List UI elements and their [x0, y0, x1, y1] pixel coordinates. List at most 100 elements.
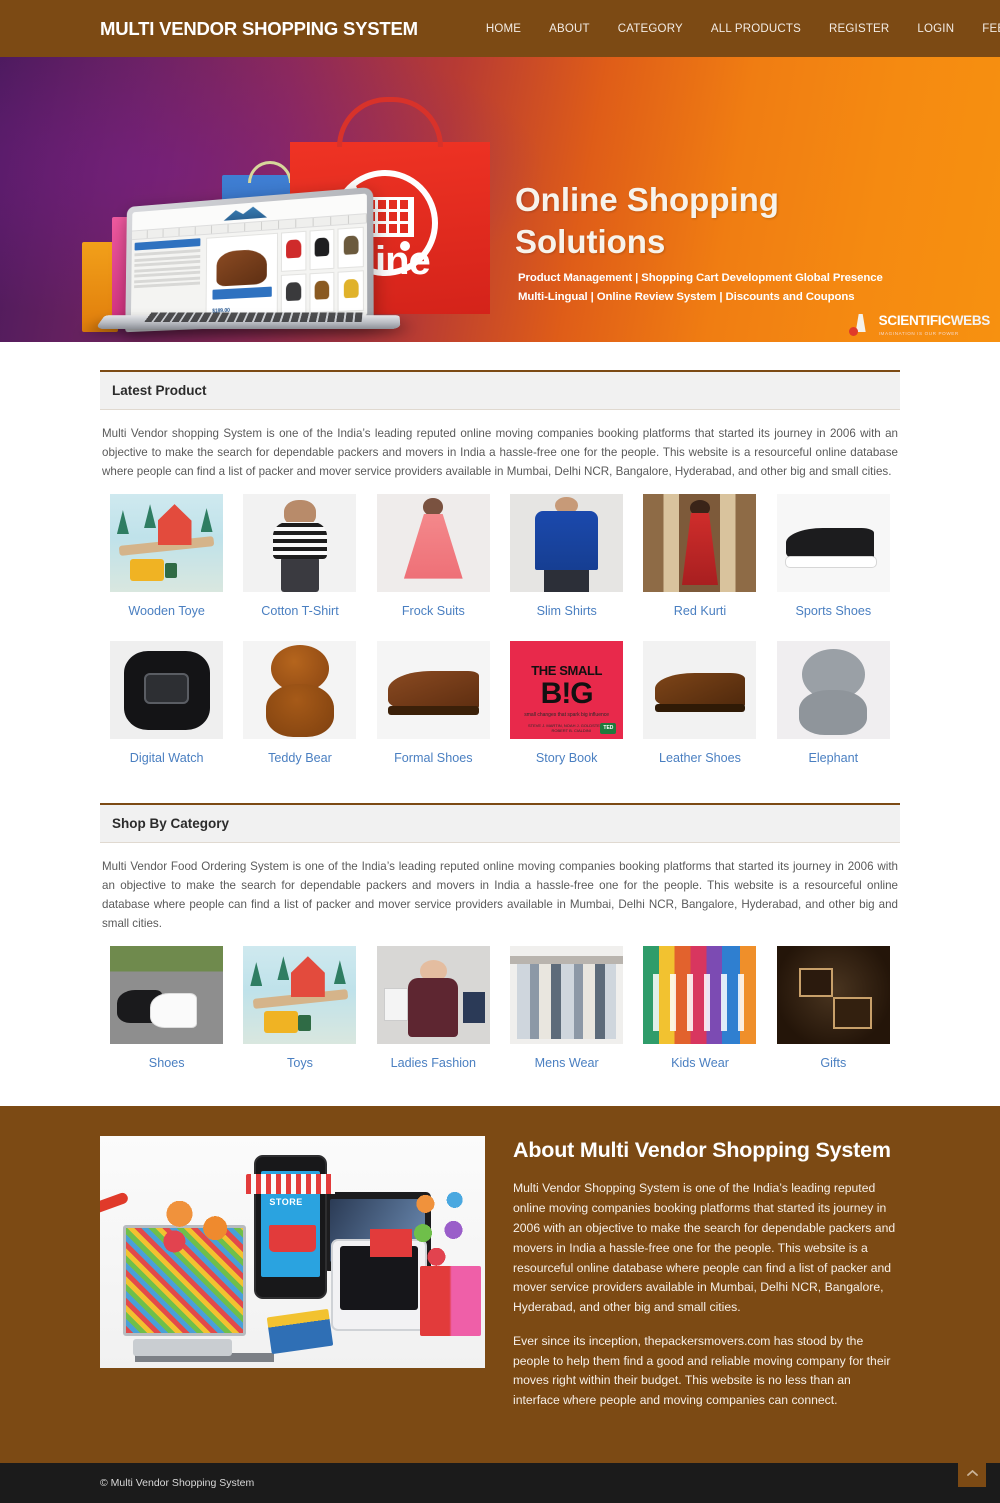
product-tile[interactable]: Formal Shoes	[367, 641, 500, 775]
latest-product-grid-row-1: Wooden Toye Cotton T-Shirt Frock Suits S…	[100, 494, 900, 628]
product-label[interactable]: Formal Shoes	[372, 751, 495, 765]
product-label[interactable]: Digital Watch	[105, 751, 228, 765]
category-grid: Shoes Toys Ladies Fashion Mens Wear Kids…	[100, 946, 900, 1080]
nav-item-about[interactable]: ABOUT	[535, 17, 604, 41]
laptop-screen: $189.00	[131, 194, 367, 327]
gifts-category-image	[777, 946, 890, 1044]
product-image[interactable]	[243, 641, 356, 739]
product-tile[interactable]: Leather Shoes	[633, 641, 766, 775]
product-label[interactable]: Wooden Toye	[105, 604, 228, 618]
book-subtitle: small changes that spark big influence	[519, 712, 614, 718]
product-label[interactable]: Story Book	[505, 751, 628, 765]
product-label[interactable]: Cotton T-Shirt	[238, 604, 361, 618]
nav-item-home[interactable]: HOME	[472, 17, 535, 41]
product-image[interactable]	[243, 494, 356, 592]
nav-item-category[interactable]: CATEGORY	[604, 17, 697, 41]
product-tile[interactable]: Cotton T-Shirt	[233, 494, 366, 628]
category-image[interactable]	[510, 946, 623, 1044]
category-tile[interactable]: Gifts	[767, 946, 900, 1080]
about-text-block: About Multi Vendor Shopping System Multi…	[513, 1136, 900, 1424]
product-label[interactable]: Frock Suits	[372, 604, 495, 618]
story-book-cover-image: THE SMALL B!G small changes that spark b…	[510, 641, 623, 739]
product-image[interactable]	[377, 494, 490, 592]
category-image[interactable]	[243, 946, 356, 1044]
banner-subheadline: Product Management | Shopping Cart Devel…	[518, 269, 992, 307]
product-label[interactable]: Sports Shoes	[772, 604, 895, 618]
screen-product-cell	[338, 270, 364, 312]
credit-cards-icon	[267, 1309, 333, 1354]
toys-category-image	[243, 946, 356, 1044]
nav-item-all-products[interactable]: ALL PRODUCTS	[697, 17, 815, 41]
product-image[interactable]	[643, 494, 756, 592]
product-tile[interactable]: Red Kurti	[633, 494, 766, 628]
category-image[interactable]	[643, 946, 756, 1044]
category-label[interactable]: Shoes	[105, 1056, 228, 1070]
product-label[interactable]: Red Kurti	[638, 604, 761, 618]
product-image[interactable]	[643, 641, 756, 739]
book-title: THE SMALL	[521, 663, 611, 678]
category-tile[interactable]: Kids Wear	[633, 946, 766, 1080]
product-image[interactable]	[110, 494, 223, 592]
product-label[interactable]: Slim Shirts	[505, 604, 628, 618]
product-image[interactable]	[777, 494, 890, 592]
latest-product-description: Multi Vendor shopping System is one of t…	[100, 410, 900, 481]
category-tile[interactable]: Shoes	[100, 946, 233, 1080]
scroll-to-top-button[interactable]	[958, 1459, 986, 1487]
banner-headline: Online Shopping Solutions	[515, 179, 779, 263]
nav-item-login[interactable]: LOGIN	[903, 17, 968, 41]
book-big-word: B!G	[521, 679, 611, 709]
product-label[interactable]: Teddy Bear	[238, 751, 361, 765]
category-label[interactable]: Gifts	[772, 1056, 895, 1070]
category-tile[interactable]: Mens Wear	[500, 946, 633, 1080]
category-image[interactable]	[110, 946, 223, 1044]
product-tile[interactable]: THE SMALL B!G small changes that spark b…	[500, 641, 633, 775]
about-paragraph-2: Ever since its inception, thepackersmove…	[513, 1332, 900, 1411]
nav-item-register[interactable]: REGISTER	[815, 17, 903, 41]
product-image[interactable]	[110, 641, 223, 739]
category-image[interactable]	[377, 946, 490, 1044]
cotton-tshirt-model-image	[243, 494, 356, 592]
product-image[interactable]	[377, 641, 490, 739]
slim-shirt-model-image	[510, 494, 623, 592]
hero-banner: online $189.00 Online Shopping Solutions…	[0, 57, 1000, 342]
formal-shoe-image	[377, 641, 490, 739]
frock-suit-model-image	[377, 494, 490, 592]
product-image[interactable]: THE SMALL B!G small changes that spark b…	[510, 641, 623, 739]
category-image[interactable]	[777, 946, 890, 1044]
chevron-up-icon	[967, 1469, 978, 1477]
product-tile[interactable]: Wooden Toye	[100, 494, 233, 628]
app-icons-cluster	[412, 1192, 474, 1271]
screen-sidebar	[131, 235, 204, 324]
category-tile[interactable]: Ladies Fashion	[367, 946, 500, 1080]
product-tile[interactable]: Elephant	[767, 641, 900, 775]
site-brand[interactable]: MULTI VENDOR SHOPPING SYSTEM	[100, 18, 418, 40]
category-label[interactable]: Ladies Fashion	[372, 1056, 495, 1070]
shopping-basket-icon	[269, 1225, 315, 1253]
banner-headline-line1: Online Shopping	[515, 179, 779, 221]
wooden-train-toy-image	[110, 494, 223, 592]
category-label[interactable]: Toys	[238, 1056, 361, 1070]
about-title: About Multi Vendor Shopping System	[513, 1138, 900, 1163]
shop-by-category-title: Shop By Category	[112, 816, 888, 831]
teddy-bear-image	[243, 641, 356, 739]
nav-item-feedback[interactable]: FEEDBACK	[968, 17, 1000, 41]
store-label: STORE	[269, 1197, 302, 1207]
category-tile[interactable]: Toys	[233, 946, 366, 1080]
product-image[interactable]	[777, 641, 890, 739]
product-label[interactable]: Leather Shoes	[638, 751, 761, 765]
product-label[interactable]: Elephant	[772, 751, 895, 765]
elephant-plush-image	[777, 641, 890, 739]
product-tile[interactable]: Frock Suits	[367, 494, 500, 628]
product-tile[interactable]: Sports Shoes	[767, 494, 900, 628]
laptop-illustration: $189.00	[125, 187, 373, 332]
flask-icon	[848, 312, 874, 336]
product-tile[interactable]: Slim Shirts	[500, 494, 633, 628]
gift-box-icon	[370, 1229, 412, 1257]
product-image[interactable]	[510, 494, 623, 592]
red-kurti-model-image	[643, 494, 756, 592]
category-label[interactable]: Kids Wear	[638, 1056, 761, 1070]
screen-filter-row	[134, 282, 200, 289]
product-tile[interactable]: Teddy Bear	[233, 641, 366, 775]
product-tile[interactable]: Digital Watch	[100, 641, 233, 775]
category-label[interactable]: Mens Wear	[505, 1056, 628, 1070]
